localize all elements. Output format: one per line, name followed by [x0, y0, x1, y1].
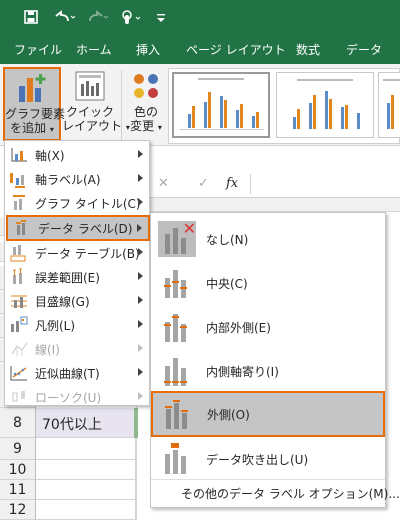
menu-item-lines[interactable]: 線(I)	[5, 337, 149, 361]
no-labels-icon: ✕	[158, 219, 196, 257]
cell-a8[interactable]: 70代以上	[36, 408, 136, 438]
labels-center-icon	[158, 265, 196, 301]
menu-item-data-labels[interactable]: データ ラベル(D)	[6, 215, 150, 241]
chart-border	[134, 408, 138, 438]
undo-icon[interactable]	[50, 6, 78, 28]
row-header-10[interactable]: 10	[0, 460, 36, 480]
labels-outside-end-icon	[159, 396, 197, 432]
add-chart-element-menu: 軸(X) 軸ラベル(A) グラフ タイトル(C) データ ラベル(D) データ …	[4, 140, 150, 406]
menu-item-error-bars[interactable]: 誤差範囲(E)	[5, 265, 149, 289]
cancel-icon[interactable]: ✕	[158, 176, 169, 191]
row-header-9[interactable]: 9	[0, 438, 36, 460]
tab-page-layout[interactable]: ページ レイアウト	[186, 41, 286, 58]
row-header-11[interactable]: 11	[0, 480, 36, 500]
data-table-icon	[9, 244, 29, 262]
submenu-arrow-icon	[138, 272, 143, 280]
menu-item-gridlines[interactable]: 目盛線(G)	[5, 289, 149, 313]
ribbon-divider	[121, 70, 122, 140]
row-header-12[interactable]: 12	[0, 500, 36, 520]
tab-formulas[interactable]: 数式	[296, 41, 320, 58]
cell-a9[interactable]	[36, 438, 136, 460]
submenu-item-center[interactable]: 中央(C)	[152, 261, 384, 305]
submenu-arrow-icon	[138, 150, 143, 158]
enter-icon[interactable]: ✓	[198, 176, 209, 191]
axes-icon	[9, 146, 29, 164]
error-bars-icon	[9, 268, 29, 286]
title-bar	[0, 0, 400, 34]
axis-titles-icon	[9, 170, 29, 188]
row-header-8[interactable]: 8	[0, 408, 36, 438]
menu-item-chart-title[interactable]: グラフ タイトル(C)	[5, 191, 149, 215]
add-chart-element-icon	[5, 69, 59, 107]
more-data-label-options[interactable]: その他のデータ ラベル オプション(M)...	[181, 485, 400, 502]
submenu-arrow-icon	[138, 368, 143, 376]
submenu-arrow-icon	[138, 198, 143, 206]
tab-home[interactable]: ホーム	[76, 41, 112, 58]
ribbon: グラフ要素 を追加 ▾ クイック レイアウト ▾ 色の 変更 ▾	[0, 64, 400, 146]
legend-icon	[9, 316, 29, 334]
data-labels-submenu: ✕ なし(N) 中央(C) 内部外側(E) 内側軸寄り(I) 外側(O) データ…	[150, 212, 400, 508]
submenu-arrow-icon	[138, 320, 143, 328]
formula-bar: ✕ ✓ fx	[150, 172, 400, 198]
submenu-arrow-icon	[137, 224, 142, 232]
chart-style-thumbnail-2[interactable]	[276, 72, 374, 138]
tab-data[interactable]: データ	[346, 41, 382, 58]
chart-style-thumbnail-3[interactable]	[378, 72, 400, 138]
submenu-arrow-icon	[138, 174, 143, 182]
touch-mode-icon[interactable]	[118, 6, 144, 28]
data-labels-icon	[12, 219, 32, 237]
cell-a12[interactable]	[36, 500, 136, 520]
submenu-divider	[151, 479, 385, 480]
tab-insert[interactable]: 挿入	[136, 41, 160, 58]
submenu-item-outside-end[interactable]: 外側(O)	[151, 391, 385, 437]
cell-a10[interactable]	[36, 460, 136, 480]
add-chart-element-button[interactable]: グラフ要素 を追加 ▾	[3, 67, 65, 141]
submenu-arrow-icon	[138, 296, 143, 304]
chart-title-icon	[9, 194, 29, 212]
menu-item-up-down-bars[interactable]: ローソク(U)	[5, 385, 149, 409]
gridlines-icon	[9, 292, 29, 310]
menu-item-trendline[interactable]: 近似曲線(T)	[5, 361, 149, 385]
change-colors-icon	[124, 69, 168, 105]
quick-layout-icon	[62, 69, 118, 105]
menu-item-axes[interactable]: 軸(X)	[5, 143, 149, 167]
submenu-item-data-callout[interactable]: データ吹き出し(U)	[152, 437, 384, 481]
menu-item-data-table[interactable]: データ テーブル(B)	[5, 241, 149, 265]
dropdown-arrow-icon: ▾	[157, 123, 162, 132]
chart-style-thumbnail-1[interactable]	[172, 72, 270, 138]
quick-layout-button[interactable]: クイック レイアウト ▾	[62, 69, 130, 141]
change-colors-button[interactable]: 色の 変更 ▾	[124, 69, 168, 141]
submenu-arrow-icon	[138, 392, 143, 400]
data-callout-icon	[158, 441, 196, 477]
submenu-item-none[interactable]: ✕ なし(N)	[152, 217, 384, 261]
customize-qat-icon[interactable]	[154, 6, 168, 28]
tab-file[interactable]: ファイル	[14, 41, 62, 58]
up-down-bars-icon	[9, 388, 29, 406]
labels-inside-end-icon	[158, 309, 196, 345]
save-icon[interactable]	[20, 6, 42, 28]
menu-item-legend[interactable]: 凡例(L)	[5, 313, 149, 337]
dropdown-arrow-icon: ▾	[49, 125, 54, 134]
column-header-strip	[150, 198, 400, 212]
submenu-item-inside-base[interactable]: 内側軸寄り(I)	[152, 349, 384, 393]
ribbon-tabs: ファイル ホーム 挿入 ページ レイアウト 数式 データ	[0, 34, 400, 64]
insert-function-button[interactable]: fx	[226, 176, 238, 191]
submenu-item-inside-end[interactable]: 内部外側(E)	[152, 305, 384, 349]
submenu-arrow-icon	[138, 248, 143, 256]
lines-icon	[9, 340, 29, 358]
submenu-arrow-icon	[138, 344, 143, 352]
labels-inside-base-icon	[158, 353, 196, 389]
redo-icon[interactable]	[84, 6, 112, 28]
cell-a11[interactable]	[36, 480, 136, 500]
trendline-icon	[9, 364, 29, 382]
formula-divider	[250, 174, 251, 194]
menu-item-axis-titles[interactable]: 軸ラベル(A)	[5, 167, 149, 191]
